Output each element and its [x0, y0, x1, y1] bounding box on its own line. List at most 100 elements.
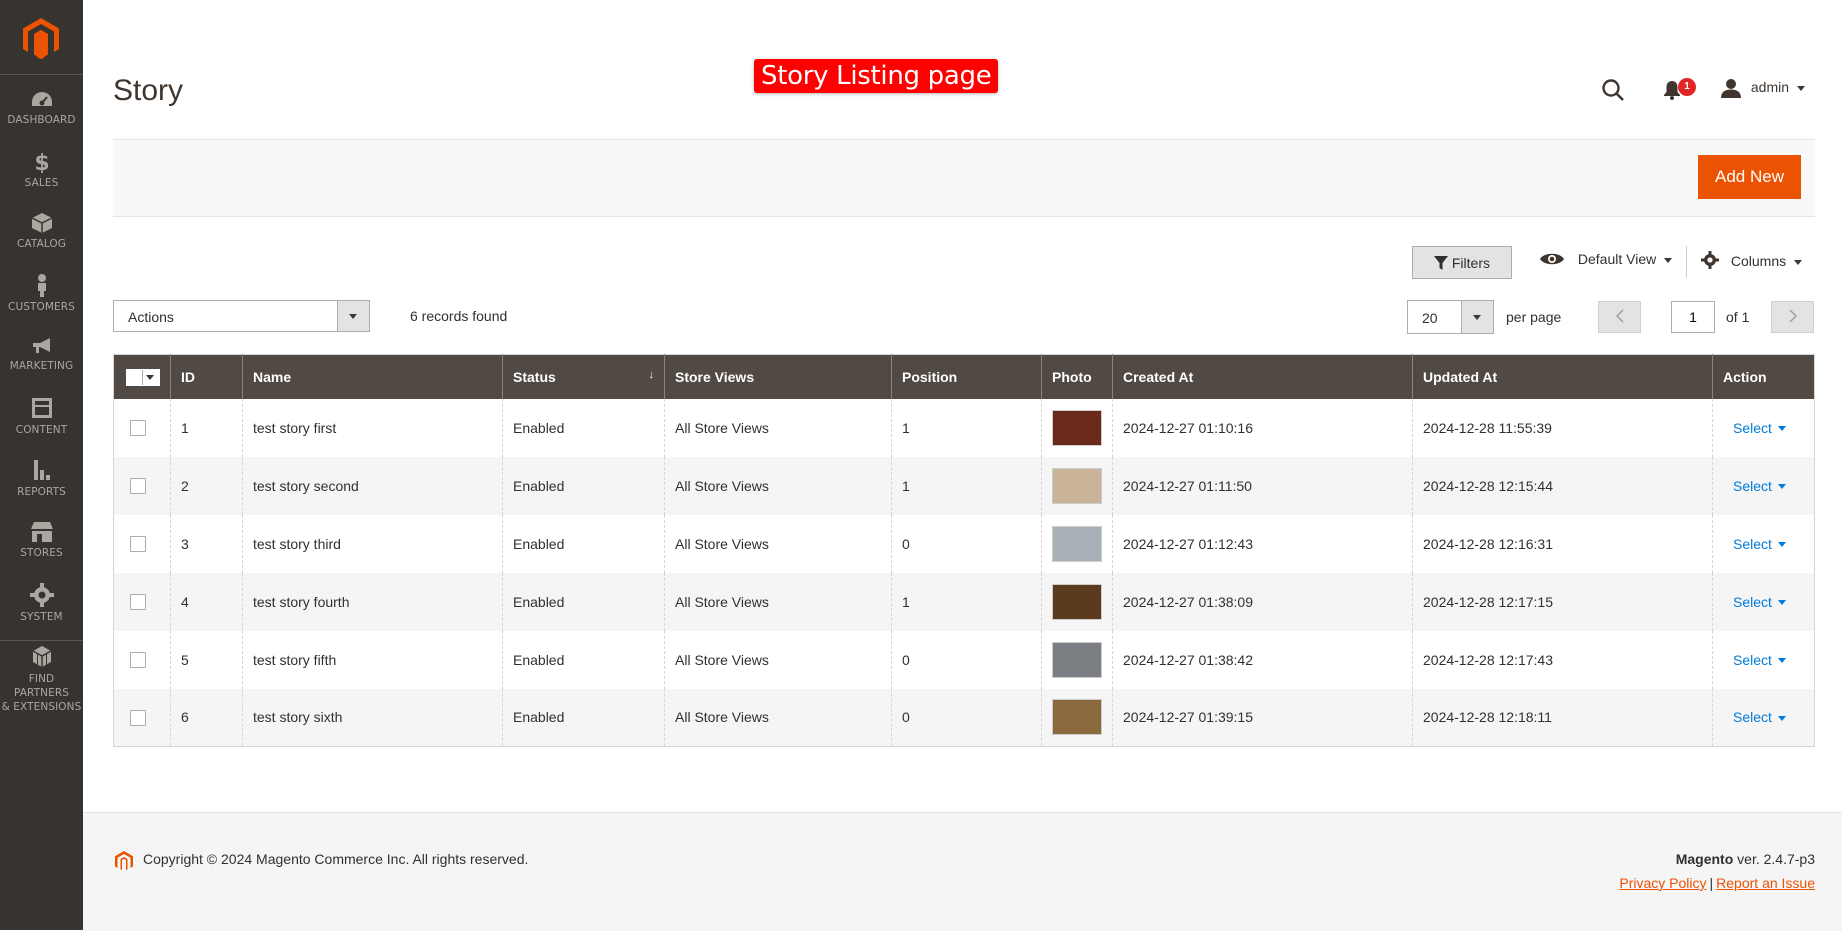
page-number-input[interactable] [1671, 301, 1715, 333]
row-checkbox[interactable] [130, 709, 146, 726]
person-icon [37, 274, 46, 297]
chevron-down-icon [1473, 315, 1481, 320]
sidebar-item-marketing[interactable]: MARKETING [0, 336, 83, 394]
row-checkbox[interactable] [130, 652, 146, 669]
row-checkbox-cell[interactable] [113, 630, 171, 689]
row-action-select[interactable]: Select [1733, 536, 1786, 552]
dollar-icon: $ [34, 151, 49, 173]
cell-action: Select [1712, 688, 1815, 747]
story-thumbnail[interactable] [1052, 641, 1102, 678]
row-checkbox[interactable] [130, 536, 146, 553]
row-action-select[interactable]: Select [1733, 709, 1786, 725]
row-checkbox-cell[interactable] [113, 398, 171, 457]
add-new-button[interactable]: Add New [1698, 155, 1801, 199]
previous-page-button[interactable] [1598, 301, 1641, 333]
sidebar-item-dashboard[interactable]: DASHBOARD [0, 90, 83, 148]
sort-down-icon: ↓ [648, 368, 655, 381]
sidebar-item-find-partners[interactable]: FIND PARTNERS & EXTENSIONS [0, 645, 83, 725]
row-checkbox-cell[interactable] [113, 514, 171, 573]
cell-position: 1 [891, 398, 1042, 457]
column-header-id[interactable]: ID [170, 354, 243, 399]
admin-sidebar: DASHBOARD $ SALES CATALOG CUSTOMERS MARK… [0, 0, 83, 930]
sidebar-item-sales[interactable]: $ SALES [0, 151, 83, 209]
sidebar-item-reports[interactable]: REPORTS [0, 458, 83, 516]
story-thumbnail[interactable] [1052, 699, 1102, 736]
table-row[interactable]: 5 test story fifth Enabled All Store Views 0… [113, 630, 1815, 689]
sidebar-item-label: CONTENT [15, 424, 68, 436]
table-row[interactable]: 3 test story third Enabled All Store Views 0… [113, 514, 1815, 573]
dropdown-toggle[interactable] [1461, 301, 1493, 333]
speedometer-icon [31, 92, 52, 106]
row-action-select[interactable]: Select [1733, 478, 1786, 494]
row-action-select[interactable]: Select [1733, 420, 1786, 436]
cell-position: 0 [891, 630, 1042, 689]
table-row[interactable]: 1 test story first Enabled All Store Views 1… [113, 398, 1815, 457]
sidebar-item-catalog[interactable]: CATALOG [0, 212, 83, 270]
cell-updated: 2024-12-28 12:17:43 [1412, 630, 1713, 689]
column-header-position[interactable]: Position [891, 354, 1042, 399]
row-checkbox[interactable] [130, 478, 146, 495]
table-row[interactable]: 6 test story sixth Enabled All Store Views 0… [113, 688, 1815, 747]
filter-icon [1433, 255, 1448, 270]
dropdown-toggle[interactable] [337, 301, 369, 331]
cell-store: All Store Views [664, 398, 892, 457]
story-thumbnail[interactable] [1052, 525, 1102, 562]
next-page-button[interactable] [1771, 301, 1814, 333]
cell-status: Enabled [502, 456, 665, 515]
layout-icon [31, 398, 52, 418]
table-row[interactable]: 2 test story second Enabled All Store Views… [113, 456, 1815, 515]
select-label: Select [1733, 477, 1772, 494]
cell-updated: 2024-12-28 12:16:31 [1412, 514, 1713, 573]
cell-created: 2024-12-27 01:38:42 [1112, 630, 1413, 689]
sidebar-item-system[interactable]: SYSTEM [0, 583, 83, 641]
row-action-select[interactable]: Select [1733, 594, 1786, 610]
story-thumbnail[interactable] [1052, 583, 1102, 620]
table-row[interactable]: 4 test story fourth Enabled All Store Views… [113, 572, 1815, 631]
mass-actions-dropdown[interactable]: Actions [113, 300, 370, 332]
cell-position: 0 [891, 514, 1042, 573]
report-issue-link[interactable]: Report an Issue [1716, 875, 1815, 891]
row-checkbox-cell[interactable] [113, 572, 171, 631]
bar-chart-icon [33, 460, 50, 480]
notification-count-badge[interactable]: 1 [1678, 78, 1696, 96]
privacy-policy-link[interactable]: Privacy Policy [1619, 875, 1706, 891]
column-header-store-views[interactable]: Store Views [664, 354, 892, 399]
sidebar-item-label: STORES [20, 547, 63, 559]
cell-name: test story second [242, 456, 503, 515]
user-menu[interactable]: admin [1721, 78, 1806, 98]
magento-logo[interactable] [19, 16, 63, 60]
search-icon[interactable] [1601, 78, 1625, 102]
column-header-label: Status [513, 368, 556, 385]
row-action-select[interactable]: Select [1733, 652, 1786, 668]
row-checkbox-cell[interactable] [113, 456, 171, 515]
page-footer: Copyright © 2024 Magento Commerce Inc. A… [83, 812, 1842, 931]
column-header-created-at[interactable]: Created At [1112, 354, 1413, 399]
filters-button[interactable]: Filters [1412, 246, 1512, 279]
column-header-updated-at[interactable]: Updated At [1412, 354, 1713, 399]
sidebar-divider [0, 640, 83, 641]
default-view-dropdown[interactable]: Default View [1540, 251, 1673, 267]
story-thumbnail[interactable] [1052, 409, 1102, 446]
cell-created: 2024-12-27 01:38:09 [1112, 572, 1413, 631]
mass-select-checkbox[interactable] [126, 368, 160, 386]
megaphone-icon [32, 338, 50, 353]
column-header-status[interactable]: Status ↓ [502, 354, 665, 399]
columns-dropdown[interactable]: Columns [1701, 251, 1803, 269]
column-header-name[interactable]: Name [242, 354, 503, 399]
sidebar-item-customers[interactable]: CUSTOMERS [0, 273, 83, 331]
cell-status: Enabled [502, 688, 665, 747]
cell-name: test story first [242, 398, 503, 457]
per-page-value: 20 [1422, 310, 1438, 326]
per-page-select[interactable]: 20 [1407, 300, 1494, 334]
mass-select-column[interactable] [113, 354, 171, 399]
cell-name: test story sixth [242, 688, 503, 747]
row-checkbox-cell[interactable] [113, 688, 171, 747]
version-number: ver. 2.4.7-p3 [1733, 851, 1815, 867]
row-checkbox[interactable] [130, 420, 146, 437]
story-thumbnail[interactable] [1052, 467, 1102, 504]
main-content: Story Story Listing page 1 admin Add New… [83, 0, 1842, 931]
sidebar-item-stores[interactable]: STORES [0, 521, 83, 579]
cell-position: 1 [891, 456, 1042, 515]
sidebar-item-content[interactable]: CONTENT [0, 396, 83, 454]
row-checkbox[interactable] [130, 594, 146, 611]
